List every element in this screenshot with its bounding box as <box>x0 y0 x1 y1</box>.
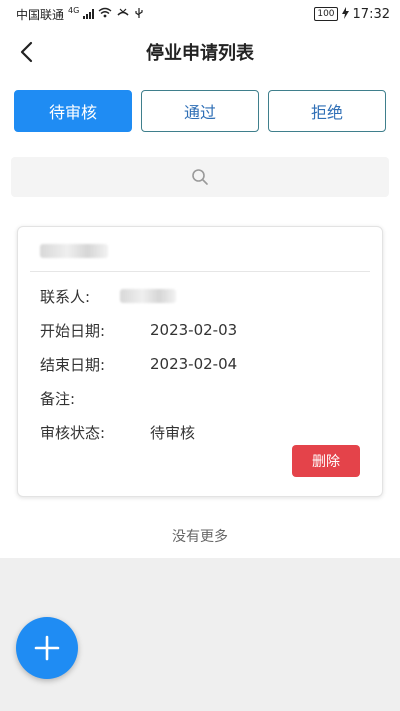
battery-icon: 100 <box>314 7 338 21</box>
card-divider <box>30 271 370 272</box>
header: 停业申请列表 <box>0 28 400 76</box>
redacted-name <box>40 244 108 258</box>
end-date-value: 2023-02-04 <box>150 355 238 373</box>
charging-icon <box>341 6 349 22</box>
review-status-value: 待审核 <box>150 423 196 442</box>
status-bar: 中国联通 4G 100 17:32 <box>0 0 400 28</box>
call-missed-icon <box>116 7 130 21</box>
applicant-name-redacted <box>40 239 108 263</box>
status-left: 中国联通 4G <box>16 6 144 23</box>
review-status-row: 审核状态: 待审核 <box>40 421 195 443</box>
add-application-button[interactable] <box>16 617 78 679</box>
start-date-label: 开始日期: <box>40 321 106 340</box>
network-type: 4G <box>68 5 80 15</box>
list-end-text: 没有更多 <box>172 529 228 545</box>
contact-label: 联系人: <box>40 287 91 306</box>
end-date-row: 结束日期: 2023-02-04 <box>40 353 237 375</box>
tab-pending[interactable]: 待审核 <box>14 90 132 132</box>
status-tabs: 待审核 通过 拒绝 <box>14 90 386 132</box>
application-card[interactable]: 联系人: 开始日期: 2023-02-03 结束日期: 2023-02-04 备… <box>17 226 383 497</box>
redacted-contact <box>120 289 176 303</box>
chevron-left-icon <box>20 41 33 63</box>
carrier-name: 中国联通 <box>16 7 65 22</box>
contact-row: 联系人: <box>40 285 176 307</box>
search-input[interactable] <box>11 157 389 197</box>
review-status-label: 审核状态: <box>40 423 106 442</box>
wifi-icon <box>98 7 112 21</box>
note-row: 备注: <box>40 387 150 409</box>
back-button[interactable] <box>10 36 42 68</box>
note-label: 备注: <box>40 389 76 408</box>
tab-rejected[interactable]: 拒绝 <box>268 90 386 132</box>
signal-icon <box>83 9 95 19</box>
start-date-value: 2023-02-03 <box>150 321 238 339</box>
status-right: 100 17:32 <box>314 6 390 22</box>
search-icon <box>192 169 208 185</box>
page-title: 停业申请列表 <box>146 43 254 64</box>
plus-icon <box>34 635 60 661</box>
tab-approved[interactable]: 通过 <box>141 90 259 132</box>
usb-icon <box>134 7 144 22</box>
start-date-row: 开始日期: 2023-02-03 <box>40 319 237 341</box>
end-date-label: 结束日期: <box>40 355 106 374</box>
clock-time: 17:32 <box>352 6 390 22</box>
delete-button[interactable]: 删除 <box>292 445 360 477</box>
battery-level: 100 <box>317 9 335 19</box>
